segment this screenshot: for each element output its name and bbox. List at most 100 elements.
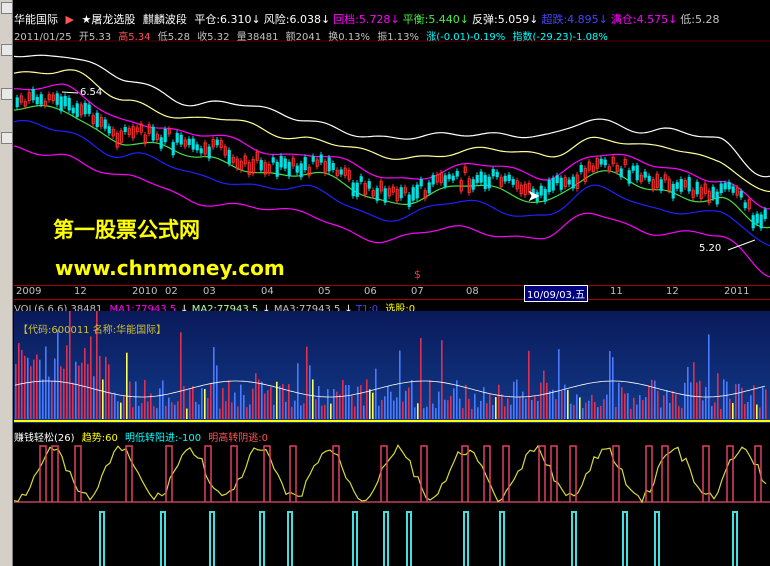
volume-bar <box>765 389 767 419</box>
volume-bar <box>723 379 725 419</box>
volume-bar <box>477 407 479 419</box>
candle-body <box>755 213 759 224</box>
volume-bar <box>171 402 173 419</box>
band-white-line <box>13 54 770 178</box>
volume-bar <box>435 408 437 419</box>
indicator-chart[interactable] <box>0 442 770 566</box>
volume-bar <box>255 373 257 419</box>
volume-bar <box>279 386 281 419</box>
candle-body <box>215 139 219 146</box>
volume-bar <box>303 403 305 419</box>
candle-body <box>763 209 767 219</box>
volume-bar <box>54 358 56 419</box>
candle-body <box>35 96 39 105</box>
volume-bar <box>93 376 95 419</box>
volume-bar <box>756 404 758 419</box>
volume-bar <box>144 380 146 419</box>
candle-body <box>731 186 735 193</box>
volume-bar <box>315 399 317 419</box>
candle-body <box>83 102 87 115</box>
volume-bar <box>669 402 671 419</box>
volume-bar <box>666 390 668 419</box>
candle-body <box>171 142 175 156</box>
indicator-red-spike <box>645 445 653 502</box>
volume-bar <box>312 379 314 419</box>
candle-body <box>107 126 111 134</box>
volume-bar <box>513 381 515 419</box>
volume-bar <box>417 403 419 419</box>
volume-bar <box>648 385 650 419</box>
volume-bar <box>498 384 500 419</box>
volume-bar <box>351 395 353 419</box>
candle-body <box>123 126 127 133</box>
volume-bar <box>240 384 242 419</box>
candle-body <box>367 181 371 189</box>
volume-bar <box>564 384 566 419</box>
volume-bar <box>615 406 617 419</box>
candle-body <box>375 188 379 201</box>
volume-bar <box>654 380 656 419</box>
code-info: 【代码:600011 名称:华能国际】 <box>18 325 167 336</box>
candle-body <box>39 94 43 105</box>
volume-bar <box>15 364 17 419</box>
date-label: 2010 <box>132 286 158 297</box>
candle-body <box>443 175 447 187</box>
volume-bar <box>738 383 740 419</box>
volume-bar <box>45 346 47 419</box>
volume-bar <box>273 404 275 419</box>
candle-body <box>163 128 167 143</box>
volume-bar <box>318 386 320 419</box>
candle-body <box>259 160 263 171</box>
indicator-red-spike <box>125 445 133 502</box>
volume-bar <box>99 356 101 419</box>
candle-body <box>339 169 343 175</box>
candle-body <box>491 169 495 177</box>
volume-bar <box>81 362 83 419</box>
volume-bar <box>156 408 158 419</box>
volume-bar <box>225 401 227 419</box>
indicator-cyan-pulse <box>622 511 628 566</box>
volume-bar <box>258 379 260 419</box>
volume-bar <box>450 395 452 419</box>
volume-bar <box>195 401 197 419</box>
candle-body <box>319 154 323 163</box>
volume-bar <box>162 380 164 419</box>
date-label: 03 <box>203 286 216 297</box>
volume-bar <box>354 406 356 419</box>
volume-bar <box>30 366 32 419</box>
indicator-cyan-pulse <box>287 511 293 566</box>
candle-body <box>579 164 583 173</box>
volume-bar <box>48 376 50 419</box>
indicator-red-spike <box>230 445 238 502</box>
volume-bar <box>474 393 476 419</box>
volume-bar <box>27 357 29 419</box>
date-axis: 2009 12 2010 02 03 04 05 06 07 08 10/09/… <box>14 285 770 302</box>
volume-bar <box>561 390 563 419</box>
volume-bar <box>270 387 272 419</box>
volume-bar <box>705 387 707 419</box>
volume-bar <box>300 405 302 419</box>
volume-bar <box>711 406 713 419</box>
candle-body <box>487 176 491 189</box>
volume-bar <box>129 381 131 419</box>
volume-bar <box>462 408 464 419</box>
indicator-red-spike <box>165 445 173 502</box>
volume-bar <box>261 381 263 419</box>
volume-bar <box>549 391 551 419</box>
watermark-url: www.chnmoney.com <box>55 256 285 280</box>
volume-bar <box>366 379 368 419</box>
date-label: 08 <box>466 286 479 297</box>
volume-bar <box>72 382 74 419</box>
volume-bar <box>321 405 323 419</box>
volume-bar <box>153 406 155 419</box>
volume-bar <box>402 401 404 419</box>
volume-bar <box>384 396 386 419</box>
volume-bar <box>345 385 347 419</box>
volume-bar <box>516 379 518 419</box>
candle-body <box>419 179 423 187</box>
volume-bar <box>489 393 491 419</box>
volume-bar <box>636 404 638 419</box>
candle-body <box>431 175 435 185</box>
candle-body <box>327 157 331 172</box>
volume-bar <box>531 399 533 419</box>
